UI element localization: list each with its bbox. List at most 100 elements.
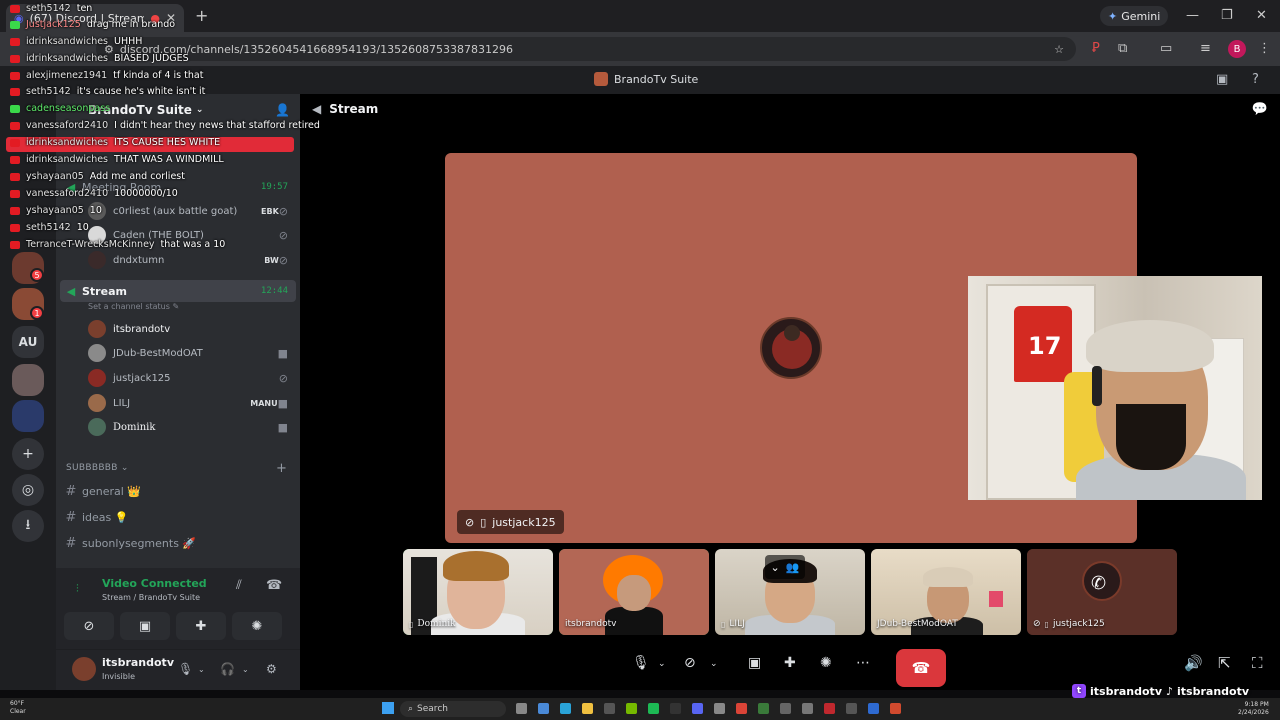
voice-member[interactable]: LILJ MANU ■ xyxy=(56,391,300,415)
bookmark-star-icon[interactable]: ☆ xyxy=(1054,43,1064,56)
chevron-down-icon[interactable]: ⌄ xyxy=(710,659,718,669)
app-icon[interactable] xyxy=(824,703,835,714)
invite-people-icon[interactable]: 👤 xyxy=(275,103,290,117)
avatar[interactable] xyxy=(72,657,96,681)
popout-icon[interactable]: ⇱ xyxy=(1218,654,1231,672)
voice-member[interactable]: itsbrandotv xyxy=(56,317,300,341)
store-icon[interactable] xyxy=(604,703,615,714)
noise-suppression-icon[interactable]: ⫽ xyxy=(236,578,242,593)
weather-widget[interactable]: 60°F Clear xyxy=(10,700,26,716)
nvidia-icon[interactable] xyxy=(626,703,637,714)
camera-off-icon[interactable]: ⊘ xyxy=(684,655,696,671)
help-icon[interactable]: ? xyxy=(1252,72,1259,87)
server-au[interactable]: AU xyxy=(12,326,44,358)
username[interactable]: itsbrandotv xyxy=(102,656,174,669)
app-icon[interactable] xyxy=(890,703,901,714)
voice-member[interactable]: dndxtumn BW ⊘ xyxy=(56,248,300,272)
more-icon[interactable]: ⋯ xyxy=(856,655,870,671)
server-meat-boys[interactable] xyxy=(12,400,44,432)
participant-tile[interactable]: itsbrandotv xyxy=(559,549,709,635)
app-icon[interactable] xyxy=(868,703,879,714)
extensions-icon[interactable]: ⧉ xyxy=(1118,41,1127,56)
chrome-icon[interactable] xyxy=(736,703,747,714)
app-icon[interactable] xyxy=(670,703,681,714)
voice-member[interactable]: c0rliest (aux battle goat) EBK ⊘ xyxy=(56,199,300,223)
voice-channel-stream[interactable]: ◀ Stream 12:44 xyxy=(60,280,296,302)
participant-tile[interactable]: ⌄ 👥 ▯ LILJ xyxy=(715,549,865,635)
soundboard-button[interactable]: ✺ xyxy=(232,612,282,640)
fullscreen-icon[interactable]: ⛶ xyxy=(1252,654,1263,672)
mic-icon[interactable]: 🎙 xyxy=(632,655,650,671)
server-avatar-3[interactable] xyxy=(12,364,44,396)
profile-avatar[interactable]: B xyxy=(1228,40,1246,58)
app-icon[interactable] xyxy=(714,703,725,714)
close-window-icon[interactable]: ✕ xyxy=(1256,8,1267,23)
activities-icon[interactable]: ✚ xyxy=(784,655,796,671)
text-channel-subonlysegments[interactable]: # subonlysegments 🚀 xyxy=(60,532,296,554)
category-header[interactable]: SUBBBBBB ⌄ + xyxy=(66,461,287,476)
add-server-icon[interactable]: + xyxy=(12,438,44,470)
gemini-button[interactable]: ✦ Gemini xyxy=(1100,6,1169,26)
participant-tile[interactable]: ✆ ⊘ ▯ justjack125 xyxy=(1027,549,1177,635)
system-clock[interactable]: 9:18 PM 2/24/2026 xyxy=(1238,701,1269,717)
activities-button[interactable]: ✚ xyxy=(176,612,226,640)
chevron-down-icon[interactable]: ⌄ xyxy=(242,665,249,674)
voice-connected-subtitle[interactable]: Stream / BrandoTv Suite xyxy=(102,593,200,602)
voice-member[interactable]: Caden (THE BOLT) ⊘ xyxy=(56,223,300,247)
voice-member[interactable]: Dominik ■ xyxy=(56,415,300,439)
mic-icon[interactable]: 🎙 xyxy=(178,662,193,676)
chevron-down-icon[interactable]: ⌄ xyxy=(198,665,205,674)
audio-icon[interactable]: ● xyxy=(150,12,160,25)
download-icon[interactable]: ⭳ xyxy=(12,510,44,542)
disconnect-icon[interactable]: ☎ xyxy=(266,578,282,593)
app-icon[interactable] xyxy=(758,703,769,714)
discover-icon[interactable]: ◎ xyxy=(12,474,44,506)
browser-tab[interactable]: ◉ (67) Discord | Stream | Bran ● ✕ xyxy=(6,4,184,32)
browser-menu-icon[interactable]: ⋮ xyxy=(1258,41,1271,56)
headphones-icon[interactable]: 🎧 xyxy=(220,662,235,676)
screen-share-icon[interactable]: ▣ xyxy=(748,655,761,671)
task-view-icon[interactable] xyxy=(516,703,527,714)
app-icon[interactable] xyxy=(538,703,549,714)
extension-tp-icon[interactable]: Ꝑ xyxy=(1092,41,1100,56)
app-icon[interactable] xyxy=(802,703,813,714)
new-tab-button[interactable]: + xyxy=(195,6,208,25)
voice-connected-title[interactable]: Video Connected xyxy=(102,577,207,590)
app-icon[interactable] xyxy=(780,703,791,714)
participant-tile[interactable]: ▯ Dominik xyxy=(403,549,553,635)
signal-icon[interactable]: ⫶ xyxy=(76,582,79,596)
voice-member[interactable]: justjack125 ⊘ xyxy=(56,366,300,390)
discord-icon[interactable] xyxy=(692,703,703,714)
hang-up-button[interactable]: ☎ xyxy=(896,649,946,687)
maximize-icon[interactable]: ❐ xyxy=(1221,8,1233,23)
app-icon[interactable] xyxy=(846,703,857,714)
screen-share-button[interactable]: ▣ xyxy=(120,612,170,640)
chevron-down-icon[interactable]: ⌄ xyxy=(658,659,666,669)
spotify-icon[interactable] xyxy=(648,703,659,714)
tile-options[interactable]: ⌄ 👥 xyxy=(765,555,805,579)
explorer-icon[interactable] xyxy=(582,703,593,714)
voice-channel-meeting-room[interactable]: ◀ Meeting Room 19:57 xyxy=(60,176,296,198)
site-info-icon[interactable]: ⚙ xyxy=(104,43,114,56)
text-channel-ideas[interactable]: # ideas 💡 xyxy=(60,506,296,528)
cast-icon[interactable]: ▭ xyxy=(1160,41,1172,56)
text-channel-general[interactable]: # general 👑 xyxy=(60,480,296,502)
settings-gear-icon[interactable]: ⚙ xyxy=(266,662,277,676)
inbox-icon[interactable]: ▣ xyxy=(1216,72,1228,87)
taskbar-search[interactable]: ⌕ Search xyxy=(400,701,506,717)
add-channel-icon[interactable]: + xyxy=(276,461,287,476)
close-tab-icon[interactable]: ✕ xyxy=(166,11,176,25)
soundboard-icon[interactable]: ✺ xyxy=(820,655,832,671)
participant-tile[interactable]: JDub-BestModOAT xyxy=(871,549,1021,635)
volume-icon[interactable]: 🔊 xyxy=(1184,654,1203,672)
camera-off-button[interactable]: ⊘ xyxy=(64,612,114,640)
voice-member[interactable]: JDub-BestModOAT ■ xyxy=(56,341,300,365)
server-header[interactable]: BrandoTv Suite ⌄ 👤 xyxy=(56,94,300,126)
media-icon[interactable]: ≡ xyxy=(1200,41,1211,56)
set-channel-status[interactable]: Set a channel status ✎ xyxy=(88,302,179,311)
edge-icon[interactable] xyxy=(560,703,571,714)
minimize-icon[interactable]: — xyxy=(1186,8,1199,23)
start-icon[interactable] xyxy=(382,702,394,714)
chat-bubble-icon[interactable]: 💬 xyxy=(1252,102,1268,117)
address-bar[interactable]: ⚙ discord.com/channels/13526045416689541… xyxy=(96,37,1076,61)
